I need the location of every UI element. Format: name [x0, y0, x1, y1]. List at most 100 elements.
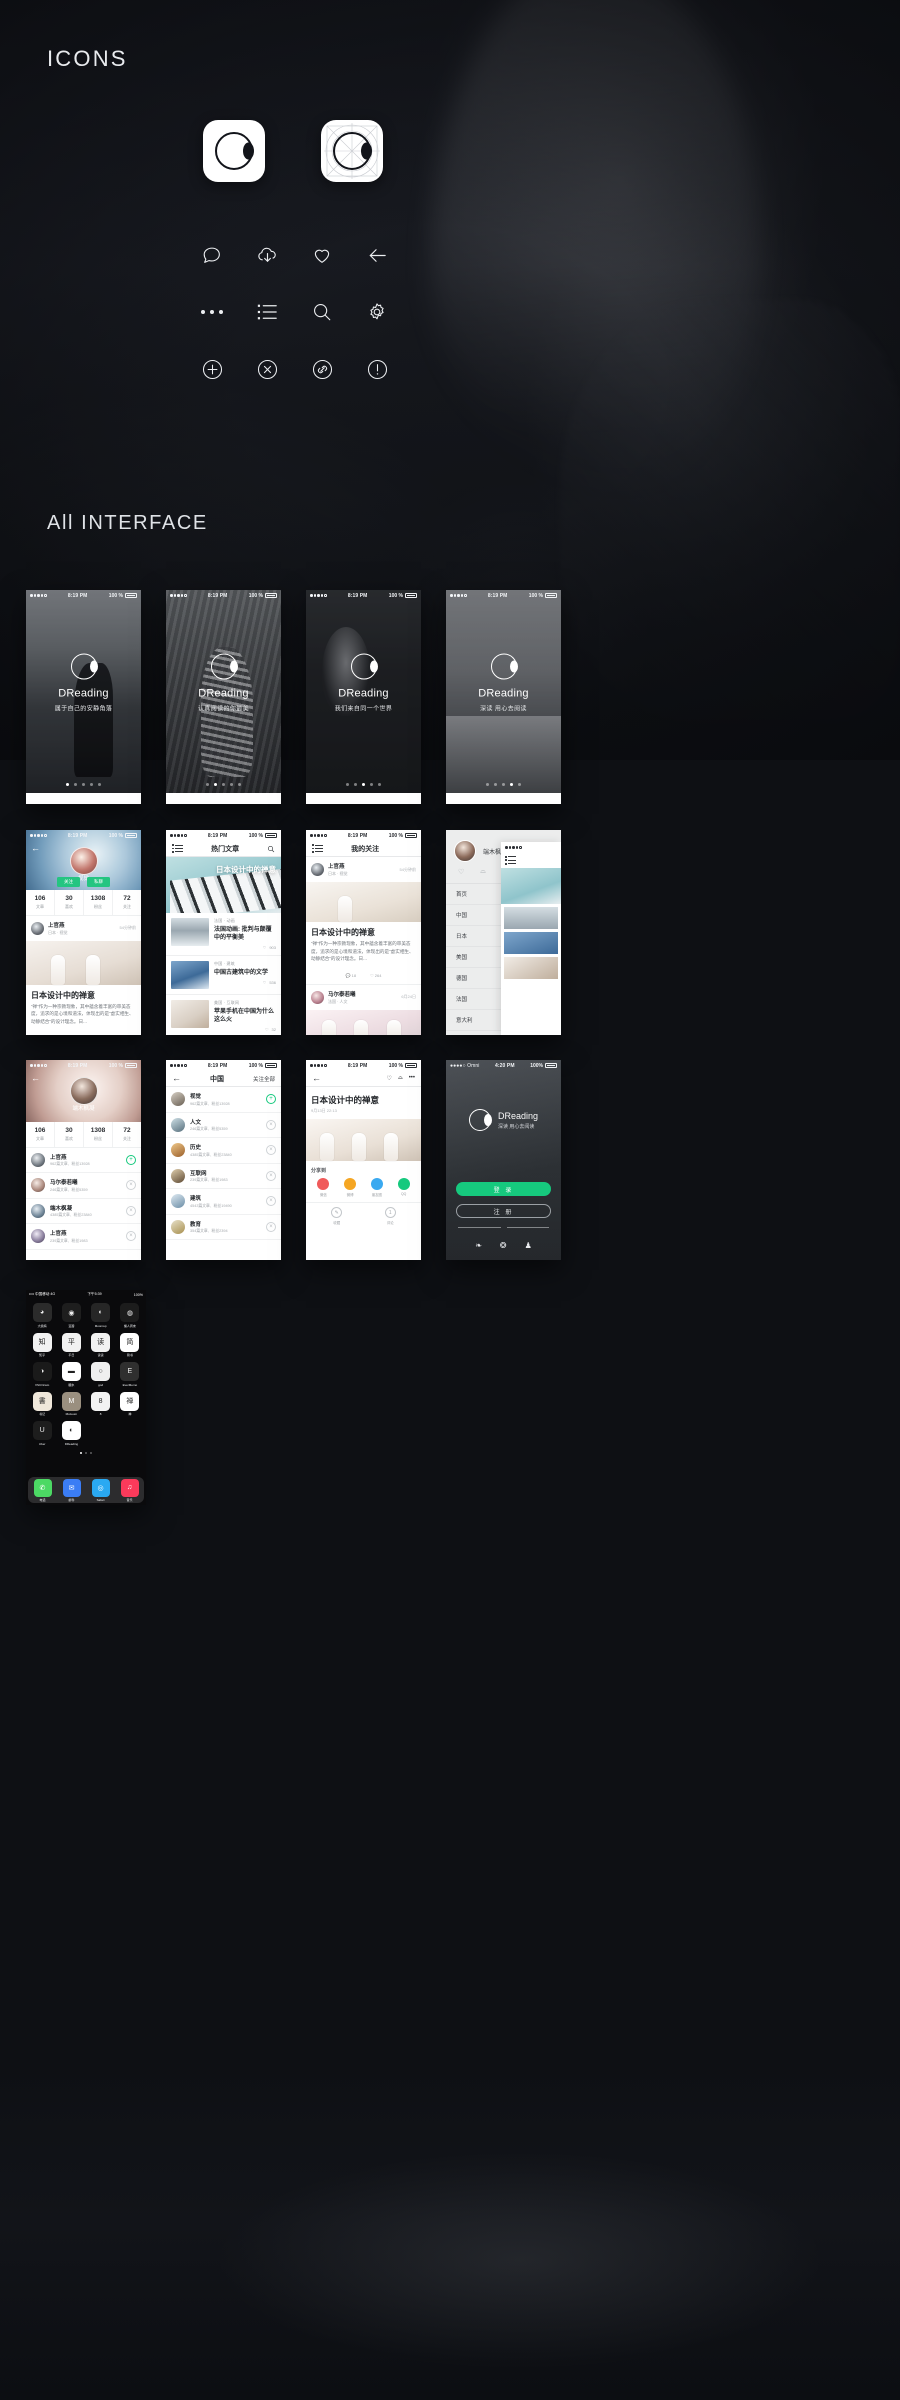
- post-header[interactable]: 上官燕 日本 · 视觉 54分钟前: [26, 915, 141, 941]
- back-arrow-icon[interactable]: ←: [31, 1073, 40, 1083]
- stat-likes[interactable]: 30 喜欢: [55, 890, 84, 915]
- close-icon[interactable]: ×: [266, 1221, 276, 1232]
- share-wechat[interactable]: 微信: [317, 1178, 330, 1197]
- list-icon[interactable]: [312, 844, 324, 853]
- heart-icon[interactable]: [305, 238, 339, 272]
- stat-articles[interactable]: 106 文章: [26, 890, 55, 915]
- home-app[interactable]: 简简书: [117, 1332, 143, 1357]
- share-moments[interactable]: 朋友圈: [370, 1178, 383, 1197]
- following-screen[interactable]: 8:19 PM 100 % 我的关注 上官燕 日本 · 视觉 54分钟前 日本设…: [306, 830, 421, 1035]
- app-icon-grid[interactable]: [321, 120, 383, 182]
- home-app[interactable]: 读读读: [88, 1332, 114, 1357]
- home-app[interactable]: ◕ 大姨妈: [29, 1303, 55, 1328]
- close-icon[interactable]: ×: [126, 1205, 136, 1216]
- drawer-content-peek[interactable]: [501, 842, 561, 1035]
- info-circle-icon[interactable]: [360, 352, 394, 386]
- category-row[interactable]: 互联网 239篇文章、粉丝1983 ×: [166, 1163, 281, 1189]
- follow-all-button[interactable]: 关注全部: [253, 1075, 275, 1083]
- list-icon[interactable]: [250, 295, 284, 329]
- home-app[interactable]: ◑ VSCOcam: [29, 1362, 55, 1387]
- add-icon[interactable]: +: [126, 1154, 136, 1165]
- category-list-screen[interactable]: 8:19 PM 100 % ← 中国 关注全部 视觉 962篇文章、粉丝1392…: [166, 1060, 281, 1260]
- follow-button[interactable]: 关注: [57, 877, 80, 887]
- link-circle-icon[interactable]: [305, 352, 339, 386]
- iphone-home-screen[interactable]: •••• 中国移动 4G 下午5:39 100% ◕ 大姨妈 ◉ 豆瓣 ◐ Moonr…: [26, 1290, 146, 1505]
- home-app[interactable]: ◐ DReading: [58, 1421, 84, 1446]
- more-dots-icon[interactable]: [195, 295, 229, 329]
- register-button[interactable]: 注 册: [456, 1204, 551, 1218]
- back-arrow-icon[interactable]: ←: [172, 1074, 181, 1083]
- category-row[interactable]: 视觉 962篇文章、粉丝13928 +: [166, 1087, 281, 1113]
- page-indicator[interactable]: [26, 783, 141, 786]
- comment-icon[interactable]: [195, 238, 229, 272]
- home-app[interactable]: 88: [88, 1391, 114, 1416]
- article-row[interactable]: 法国 · 动画 法国动画: 批判与颠覆中的平衡美 ♡ 903: [166, 913, 281, 957]
- list-icon[interactable]: [505, 856, 557, 865]
- category-row[interactable]: 人文 246篇文章、粉丝5359 ×: [166, 1112, 281, 1138]
- weibo-icon[interactable]: ❂: [500, 1241, 507, 1250]
- heart-icon[interactable]: ♡: [458, 868, 464, 876]
- splash-screen-4[interactable]: 8:19 PM 100 % DReading 深读 用心去阅读: [446, 590, 561, 804]
- home-app[interactable]: 禅禅: [117, 1391, 143, 1416]
- more-dots-icon[interactable]: •••: [409, 1075, 415, 1082]
- page-indicator[interactable]: [446, 783, 561, 786]
- stat-following[interactable]: 72 关注: [113, 890, 141, 915]
- home-app[interactable]: ◐ Moonrep: [88, 1303, 114, 1328]
- settings-gear-icon[interactable]: [360, 295, 394, 329]
- home-app[interactable]: 平平日: [58, 1332, 84, 1357]
- back-arrow-icon[interactable]: ←: [31, 843, 40, 853]
- follow-row[interactable]: 上官燕 962篇文章、粉丝13928 +: [26, 1147, 141, 1173]
- article-cover-screen[interactable]: 8:19 PM 100 % ← 端木枫凝 106 文章 30 喜欢 1308 粉…: [26, 1060, 141, 1260]
- comment-action[interactable]: 1 评论: [384, 1207, 396, 1225]
- stat-likes[interactable]: 30 喜欢: [55, 1122, 84, 1147]
- wechat-icon[interactable]: ❧: [475, 1241, 482, 1250]
- category-row[interactable]: 建筑 4543篇文章、粉丝19490 ×: [166, 1189, 281, 1215]
- back-arrow-icon[interactable]: ←: [312, 1074, 321, 1083]
- home-app[interactable]: E EverMemo: [117, 1362, 143, 1387]
- home-page-indicator[interactable]: [26, 1451, 146, 1454]
- featured-article-card[interactable]: 日本设计中的禅意: [166, 857, 281, 913]
- stat-following[interactable]: 72 关注: [113, 1122, 141, 1147]
- article-row[interactable]: 美国 · 互联网 苹果手机在中国为什么这么火 ♡ 32: [166, 995, 281, 1035]
- search-icon[interactable]: [305, 295, 339, 329]
- profile-screen[interactable]: 8:19 PM 100 % ← 视觉 关注 私聊 106 文章 30 喜欢 13…: [26, 830, 141, 1035]
- stat-followers[interactable]: 1308 粉丝: [84, 890, 113, 915]
- home-app[interactable]: ◉ 豆瓣: [58, 1303, 84, 1328]
- post-header[interactable]: 马尔泰若曦 法国 · 人文 6月24日: [306, 983, 421, 1010]
- category-row[interactable]: 教育 354篇文章、粉丝2394 ×: [166, 1214, 281, 1240]
- like-action[interactable]: ♡ 264: [370, 973, 381, 978]
- splash-screen-2[interactable]: 8:19 PM 100 % DReading 认真阅读的你最美: [166, 590, 281, 804]
- splash-screen-1[interactable]: 8:19 PM 100 % DReading 属于自己的安静角落: [26, 590, 141, 804]
- stat-articles[interactable]: 106 文章: [26, 1122, 55, 1147]
- home-app[interactable]: ▬ 糖水: [58, 1362, 84, 1387]
- dock-app[interactable]: ✆ 电话: [33, 1478, 52, 1502]
- close-icon[interactable]: ×: [266, 1145, 276, 1156]
- post-header[interactable]: 上官燕 日本 · 视觉 54分钟前: [306, 857, 421, 882]
- page-indicator[interactable]: [166, 783, 281, 786]
- close-icon[interactable]: ×: [266, 1119, 276, 1130]
- home-app[interactable]: M Muzeum: [58, 1391, 84, 1416]
- home-app[interactable]: 書书记: [29, 1391, 55, 1416]
- follow-row[interactable]: 马尔泰若曦 246篇文章、粉丝5359 ×: [26, 1173, 141, 1199]
- page-indicator[interactable]: [306, 783, 421, 786]
- follow-row[interactable]: 上官燕 239篇文章、粉丝1983 ×: [26, 1224, 141, 1250]
- dock-app[interactable]: ♫ 音乐: [120, 1478, 139, 1502]
- login-screen[interactable]: ●●●●○ Omni 4:20 PM 100% DReading 深读 用心去阅…: [446, 1060, 561, 1260]
- heart-icon[interactable]: ♡: [387, 1075, 392, 1082]
- message-button[interactable]: 私聊: [87, 877, 110, 887]
- comment-action[interactable]: 💬 18: [346, 973, 357, 978]
- download-cloud-icon[interactable]: ⌓: [398, 1075, 403, 1082]
- share-qq[interactable]: QQ: [397, 1178, 410, 1197]
- add-icon[interactable]: +: [266, 1094, 276, 1105]
- back-arrow-icon[interactable]: [360, 238, 394, 272]
- qq-icon[interactable]: ♟: [525, 1241, 532, 1250]
- home-app[interactable]: 知知乎: [29, 1332, 55, 1357]
- category-row[interactable]: 历史 4385篇文章、粉丝23840 ×: [166, 1138, 281, 1164]
- drawer-menu-screen[interactable]: 端木枫凝 ♡ ⌓ ♡ 首页 › 中国 › 日本 › 美国: [446, 830, 561, 1035]
- list-icon[interactable]: [172, 844, 184, 853]
- login-button[interactable]: 登 录: [456, 1182, 551, 1196]
- dock-app[interactable]: ✉ 邮件: [62, 1478, 81, 1502]
- article-detail-screen[interactable]: 8:19 PM 100 % ← ♡ ⌓ ••• 日本设计中的禅意 9月13日 2…: [306, 1060, 421, 1260]
- close-icon[interactable]: ×: [266, 1196, 276, 1207]
- close-icon[interactable]: ×: [126, 1180, 136, 1191]
